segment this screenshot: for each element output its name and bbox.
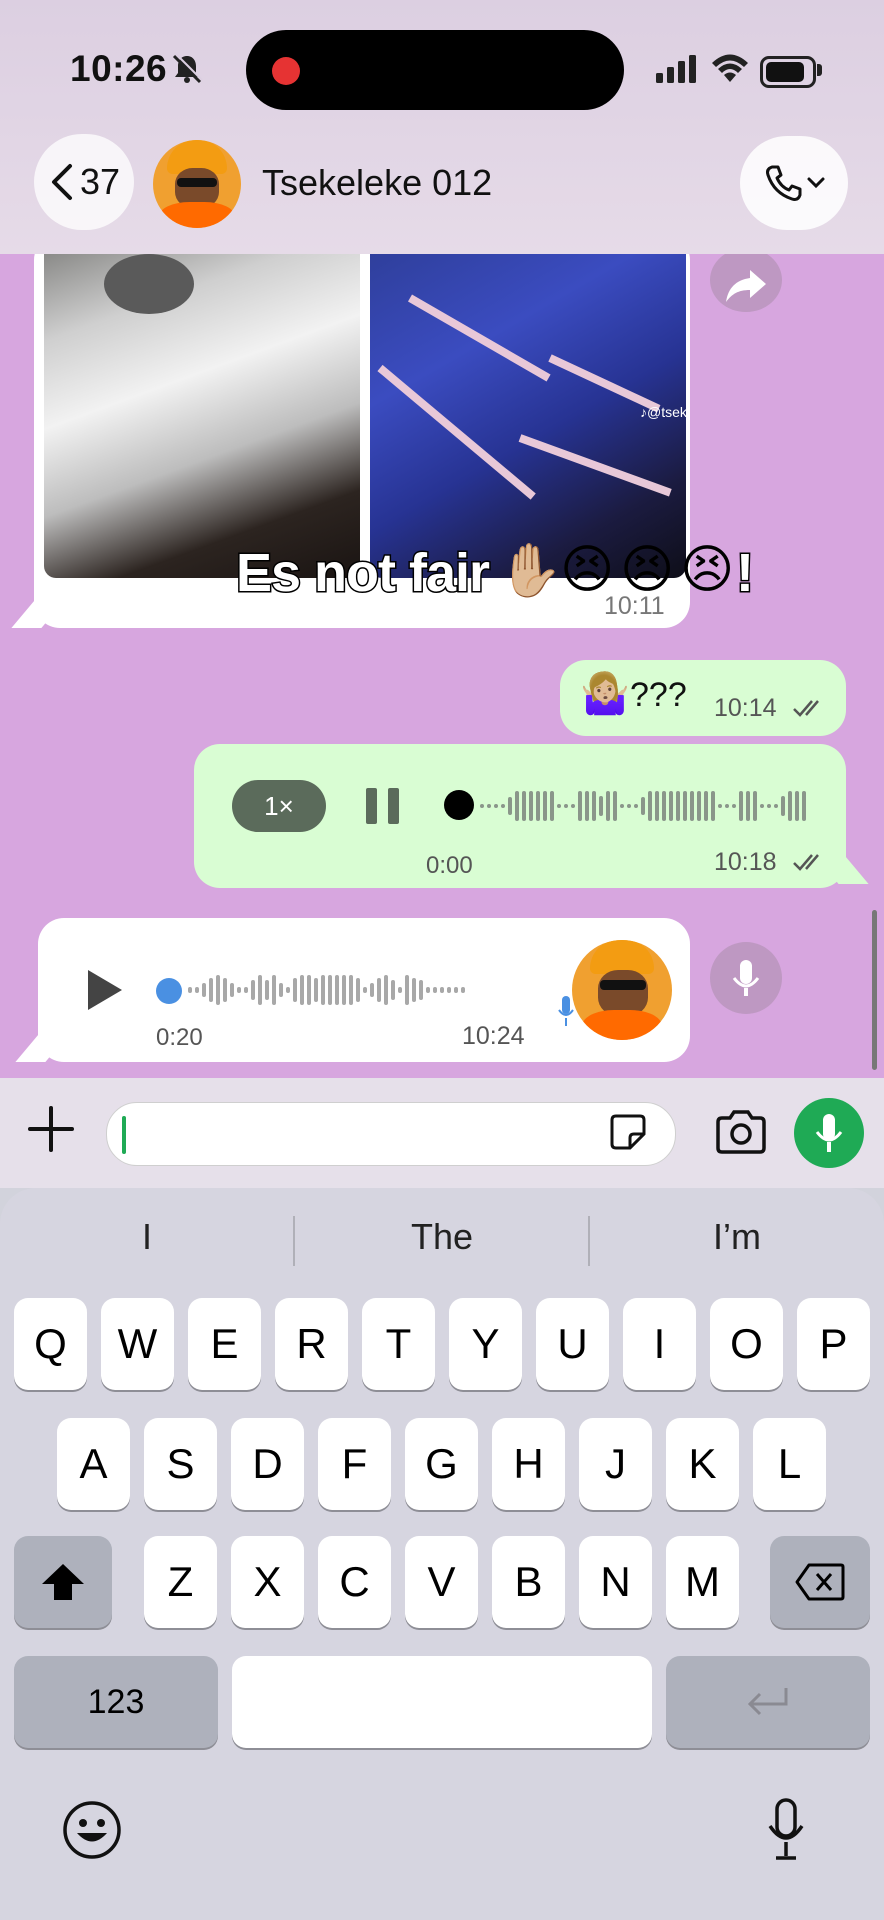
outgoing-waveform[interactable] <box>480 782 806 830</box>
key-l[interactable]: L <box>753 1418 826 1510</box>
key-n[interactable]: N <box>579 1536 652 1628</box>
key-k[interactable]: K <box>666 1418 739 1510</box>
mic-icon <box>815 1114 843 1152</box>
caption-emoji-1: 😣 <box>560 541 615 599</box>
double-check-icon <box>793 854 819 871</box>
dynamic-island <box>246 30 624 110</box>
forward-icon <box>726 270 766 302</box>
key-t[interactable]: T <box>362 1298 435 1390</box>
return-icon <box>747 1688 788 1716</box>
video-watermark: ♪@tsek <box>640 404 687 420</box>
incoming-waveform[interactable] <box>188 966 465 1014</box>
recording-indicator <box>272 57 300 85</box>
chevron-left-icon <box>51 164 72 200</box>
chat-area[interactable]: ♪@tsek Es not fair ✋🏼 😣 😣 😣 ! 10:11 🤷🏼‍♀… <box>0 254 884 1078</box>
media-caption: Es not fair <box>234 542 491 605</box>
key-b[interactable]: B <box>492 1536 565 1628</box>
backspace-icon <box>795 1563 845 1601</box>
status-time: 10:26 <box>70 48 168 89</box>
key-u[interactable]: U <box>536 1298 609 1390</box>
key-v[interactable]: V <box>405 1536 478 1628</box>
voice-record-button[interactable] <box>794 1098 864 1168</box>
mic-icon <box>732 960 760 996</box>
plus-icon[interactable] <box>28 1106 74 1152</box>
play-button[interactable] <box>88 970 122 1010</box>
mic-icon <box>558 996 574 1026</box>
dictation-mic-icon[interactable] <box>766 1798 806 1862</box>
shrug-emoji: 🤷🏼‍♀️ <box>580 672 630 716</box>
key-o[interactable]: O <box>710 1298 783 1390</box>
record-reply-button[interactable] <box>710 942 782 1014</box>
key-x[interactable]: X <box>231 1536 304 1628</box>
incoming-voice-time: 10:24 <box>462 1022 525 1050</box>
delete-key[interactable] <box>770 1536 870 1628</box>
key-s[interactable]: S <box>144 1418 217 1510</box>
key-a[interactable]: A <box>57 1418 130 1510</box>
caption-emoji-3: 😣 <box>680 541 735 599</box>
message-input[interactable] <box>106 1102 676 1166</box>
key-d[interactable]: D <box>231 1418 304 1510</box>
key-q[interactable]: Q <box>14 1298 87 1390</box>
key-y[interactable]: Y <box>449 1298 522 1390</box>
outgoing-text-time: 10:14 <box>714 694 777 722</box>
outgoing-text: ??? <box>630 676 687 714</box>
caption-emoji-hand: ✋🏼 <box>498 542 563 600</box>
camera-icon[interactable] <box>714 1110 768 1154</box>
double-check-icon <box>793 700 819 717</box>
suggestion-1[interactable]: I <box>0 1216 294 1258</box>
key-f[interactable]: F <box>318 1418 391 1510</box>
wifi-icon <box>712 54 748 82</box>
key-z[interactable]: Z <box>144 1536 217 1628</box>
back-button[interactable]: 37 <box>34 134 134 230</box>
key-c[interactable]: C <box>318 1536 391 1628</box>
call-button[interactable] <box>740 136 848 230</box>
phone-icon <box>766 165 802 201</box>
key-m[interactable]: M <box>666 1536 739 1628</box>
media-image-2[interactable] <box>370 254 686 578</box>
silent-bell-icon <box>172 53 203 84</box>
sticker-icon[interactable] <box>608 1112 648 1152</box>
caption-emoji-2: 😣 <box>620 541 675 599</box>
voice-scrubber-knob-incoming[interactable] <box>156 978 182 1004</box>
key-r[interactable]: R <box>275 1298 348 1390</box>
sender-avatar <box>572 940 672 1040</box>
caption-exclaim: ! <box>735 542 756 605</box>
return-key[interactable] <box>666 1656 870 1748</box>
space-bar[interactable] <box>232 1656 652 1748</box>
unread-count: 37 <box>79 161 121 202</box>
forward-button[interactable] <box>710 254 782 312</box>
playback-speed-button[interactable]: 1× <box>232 780 326 832</box>
status-bar: 10:26 <box>0 0 884 130</box>
emoji-icon[interactable] <box>62 1800 122 1860</box>
scrollbar[interactable] <box>872 910 877 1070</box>
outgoing-voice-elapsed: 0:00 <box>426 852 473 879</box>
chevron-down-icon <box>807 177 825 189</box>
key-h[interactable]: H <box>492 1418 565 1510</box>
key-i[interactable]: I <box>623 1298 696 1390</box>
key-g[interactable]: G <box>405 1418 478 1510</box>
key-e[interactable]: E <box>188 1298 261 1390</box>
numbers-key[interactable]: 123 <box>14 1656 218 1748</box>
pause-button[interactable] <box>366 788 400 824</box>
voice-scrubber-knob[interactable] <box>444 790 474 820</box>
outgoing-voice-time: 10:18 <box>714 848 777 876</box>
battery-icon <box>760 56 816 88</box>
key-j[interactable]: J <box>579 1418 652 1510</box>
media-image-1[interactable] <box>44 254 360 578</box>
contact-avatar[interactable] <box>153 140 241 228</box>
contact-name[interactable]: Tsekeleke 012 <box>262 162 492 204</box>
cellular-signal-icon <box>656 55 696 83</box>
shift-key[interactable] <box>14 1536 112 1628</box>
key-p[interactable]: P <box>797 1298 870 1390</box>
text-cursor <box>122 1116 126 1154</box>
suggestion-3[interactable]: I’m <box>590 1216 884 1258</box>
shift-icon <box>42 1564 84 1600</box>
suggestion-2[interactable]: The <box>295 1216 589 1258</box>
key-w[interactable]: W <box>101 1298 174 1390</box>
incoming-voice-duration: 0:20 <box>156 1024 203 1051</box>
